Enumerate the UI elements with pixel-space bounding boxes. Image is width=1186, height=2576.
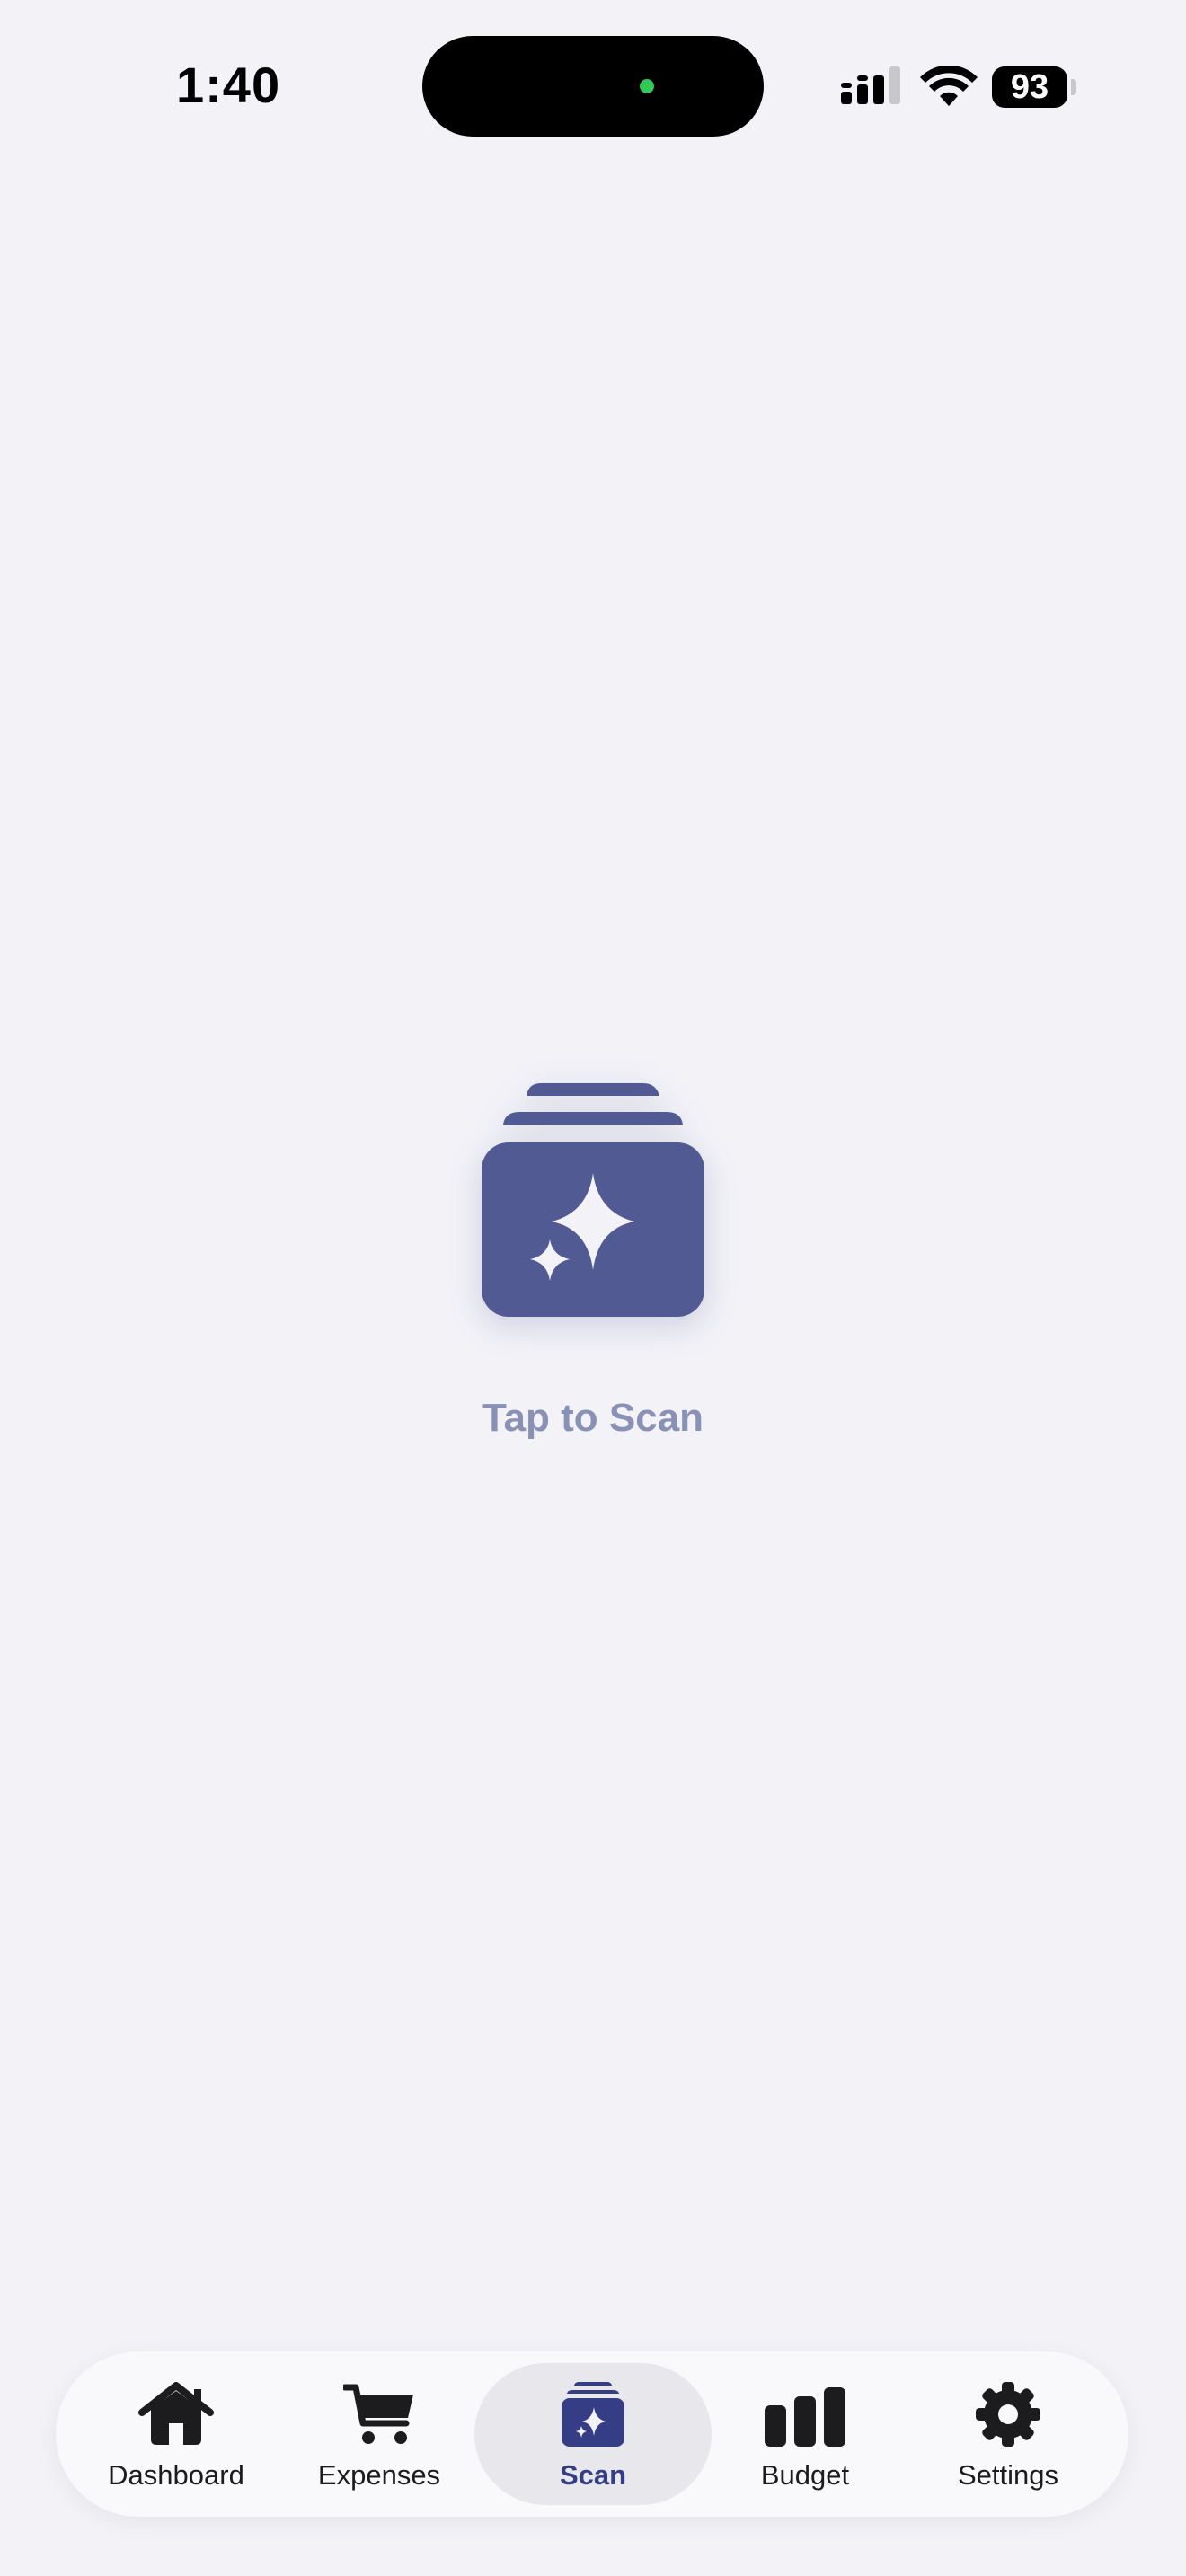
- cart-icon: [343, 2384, 413, 2444]
- tab-settings[interactable]: Settings: [916, 2351, 1100, 2517]
- tap-to-scan-label: Tap to Scan: [482, 1396, 704, 1440]
- status-time: 1:40: [176, 57, 281, 113]
- battery-tip: [1071, 79, 1076, 95]
- tab-label-expenses: Expenses: [317, 2459, 441, 2491]
- tab-label-budget: Budget: [760, 2459, 850, 2491]
- wifi-icon: [920, 66, 978, 106]
- sparkle-stack-icon: [562, 2382, 624, 2447]
- house-icon: [138, 2382, 214, 2445]
- dynamic-island: [422, 36, 764, 137]
- tab-scan[interactable]: Scan: [494, 2351, 692, 2517]
- sparkle-stack-icon: [482, 1083, 704, 1317]
- gear-icon: [976, 2382, 1040, 2447]
- camera-indicator-dot: [640, 79, 654, 93]
- tab-label-settings: Settings: [957, 2459, 1058, 2491]
- bar-chart-icon: [765, 2387, 845, 2447]
- tab-budget[interactable]: Budget: [713, 2351, 897, 2517]
- tab-label-dashboard: Dashboard: [108, 2459, 244, 2491]
- cellular-signal-icon: [841, 66, 900, 104]
- tab-bar: Dashboard Expenses Scan Budget Settings: [56, 2351, 1128, 2517]
- battery-indicator: 93: [992, 66, 1067, 108]
- tab-dashboard[interactable]: Dashboard: [84, 2351, 268, 2517]
- scan-button[interactable]: [476, 1076, 710, 1320]
- tab-expenses[interactable]: Expenses: [288, 2351, 471, 2517]
- battery-percent: 93: [1010, 67, 1049, 106]
- tab-label-scan: Scan: [559, 2459, 627, 2491]
